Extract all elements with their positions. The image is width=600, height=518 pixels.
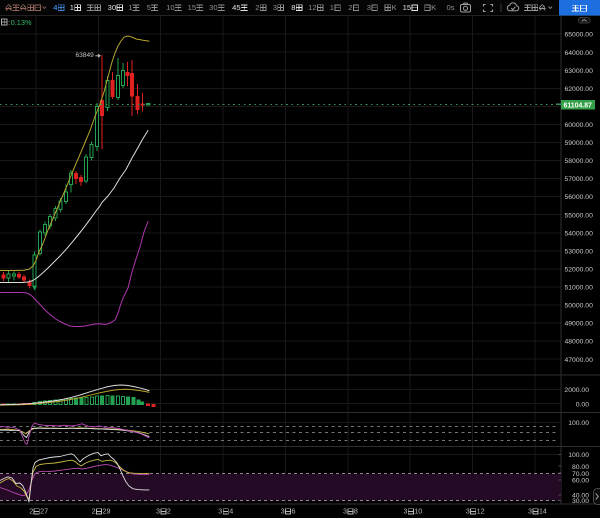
svg-text:2000.00: 2000.00: [564, 387, 589, 394]
svg-text:3: 3: [343, 507, 347, 516]
svg-text:3: 3: [528, 507, 532, 516]
svg-text:8: 8: [354, 507, 358, 516]
svg-text:64000.00: 64000.00: [565, 50, 594, 57]
svg-text:0s: 0s: [446, 3, 454, 12]
svg-text:55000.00: 55000.00: [565, 212, 594, 219]
svg-text:1: 1: [128, 3, 132, 12]
svg-text:10: 10: [166, 3, 174, 12]
svg-text:14: 14: [539, 507, 547, 516]
svg-text:2: 2: [92, 507, 96, 516]
svg-text:3: 3: [403, 507, 407, 516]
svg-text:100.00: 100.00: [568, 452, 589, 459]
svg-text:30: 30: [108, 3, 116, 12]
svg-text:12: 12: [477, 507, 485, 516]
svg-text:54000.00: 54000.00: [565, 230, 594, 237]
svg-text:52000.00: 52000.00: [565, 267, 594, 274]
svg-text:100.00: 100.00: [568, 420, 589, 427]
svg-text:53000.00: 53000.00: [565, 248, 594, 255]
svg-text:12: 12: [308, 3, 316, 12]
svg-text:2: 2: [167, 507, 171, 516]
svg-text:1: 1: [70, 3, 74, 12]
svg-text:50000.00: 50000.00: [565, 303, 594, 310]
svg-text:10: 10: [414, 507, 422, 516]
svg-text:15: 15: [403, 3, 411, 12]
svg-text:29: 29: [103, 507, 111, 516]
svg-text:15: 15: [188, 3, 196, 12]
svg-text:27: 27: [40, 507, 48, 516]
svg-text:0.13%: 0.13%: [11, 18, 32, 27]
svg-text:K: K: [392, 3, 397, 12]
svg-text:58000.00: 58000.00: [565, 158, 594, 165]
svg-text:61104.87: 61104.87: [564, 102, 593, 109]
svg-text:K: K: [431, 3, 436, 12]
svg-text:63849: 63849: [75, 52, 94, 59]
svg-text:4: 4: [229, 507, 233, 516]
svg-text:57000.00: 57000.00: [565, 176, 594, 183]
svg-text:30.00: 30.00: [572, 498, 589, 505]
svg-text:3: 3: [367, 3, 371, 12]
svg-text:60.00: 60.00: [572, 478, 589, 485]
svg-text:2: 2: [29, 507, 33, 516]
svg-text:2: 2: [255, 3, 259, 12]
svg-text:3: 3: [466, 507, 470, 516]
svg-text:59000.00: 59000.00: [565, 140, 594, 147]
svg-text:2: 2: [348, 3, 352, 12]
svg-text:65000.00: 65000.00: [565, 32, 594, 39]
svg-text:49000.00: 49000.00: [565, 321, 594, 328]
svg-text:80.00: 80.00: [572, 464, 589, 471]
svg-text:47000.00: 47000.00: [565, 357, 594, 364]
svg-text:62000.00: 62000.00: [565, 86, 594, 93]
svg-text:1: 1: [330, 3, 334, 12]
svg-text:8: 8: [291, 3, 295, 12]
svg-text:51000.00: 51000.00: [565, 285, 594, 292]
svg-text:6: 6: [292, 507, 296, 516]
svg-text:3: 3: [273, 3, 277, 12]
svg-text:60000.00: 60000.00: [565, 122, 594, 129]
svg-text:3: 3: [156, 507, 160, 516]
svg-text:48000.00: 48000.00: [565, 339, 594, 346]
svg-text:45: 45: [232, 3, 240, 12]
svg-text:30: 30: [209, 3, 217, 12]
svg-text:5: 5: [147, 3, 151, 12]
svg-text:3: 3: [218, 507, 222, 516]
svg-text:0.00: 0.00: [576, 401, 589, 408]
svg-text:56000.00: 56000.00: [565, 194, 594, 201]
svg-text:63000.00: 63000.00: [565, 68, 594, 75]
svg-text:3: 3: [281, 507, 285, 516]
